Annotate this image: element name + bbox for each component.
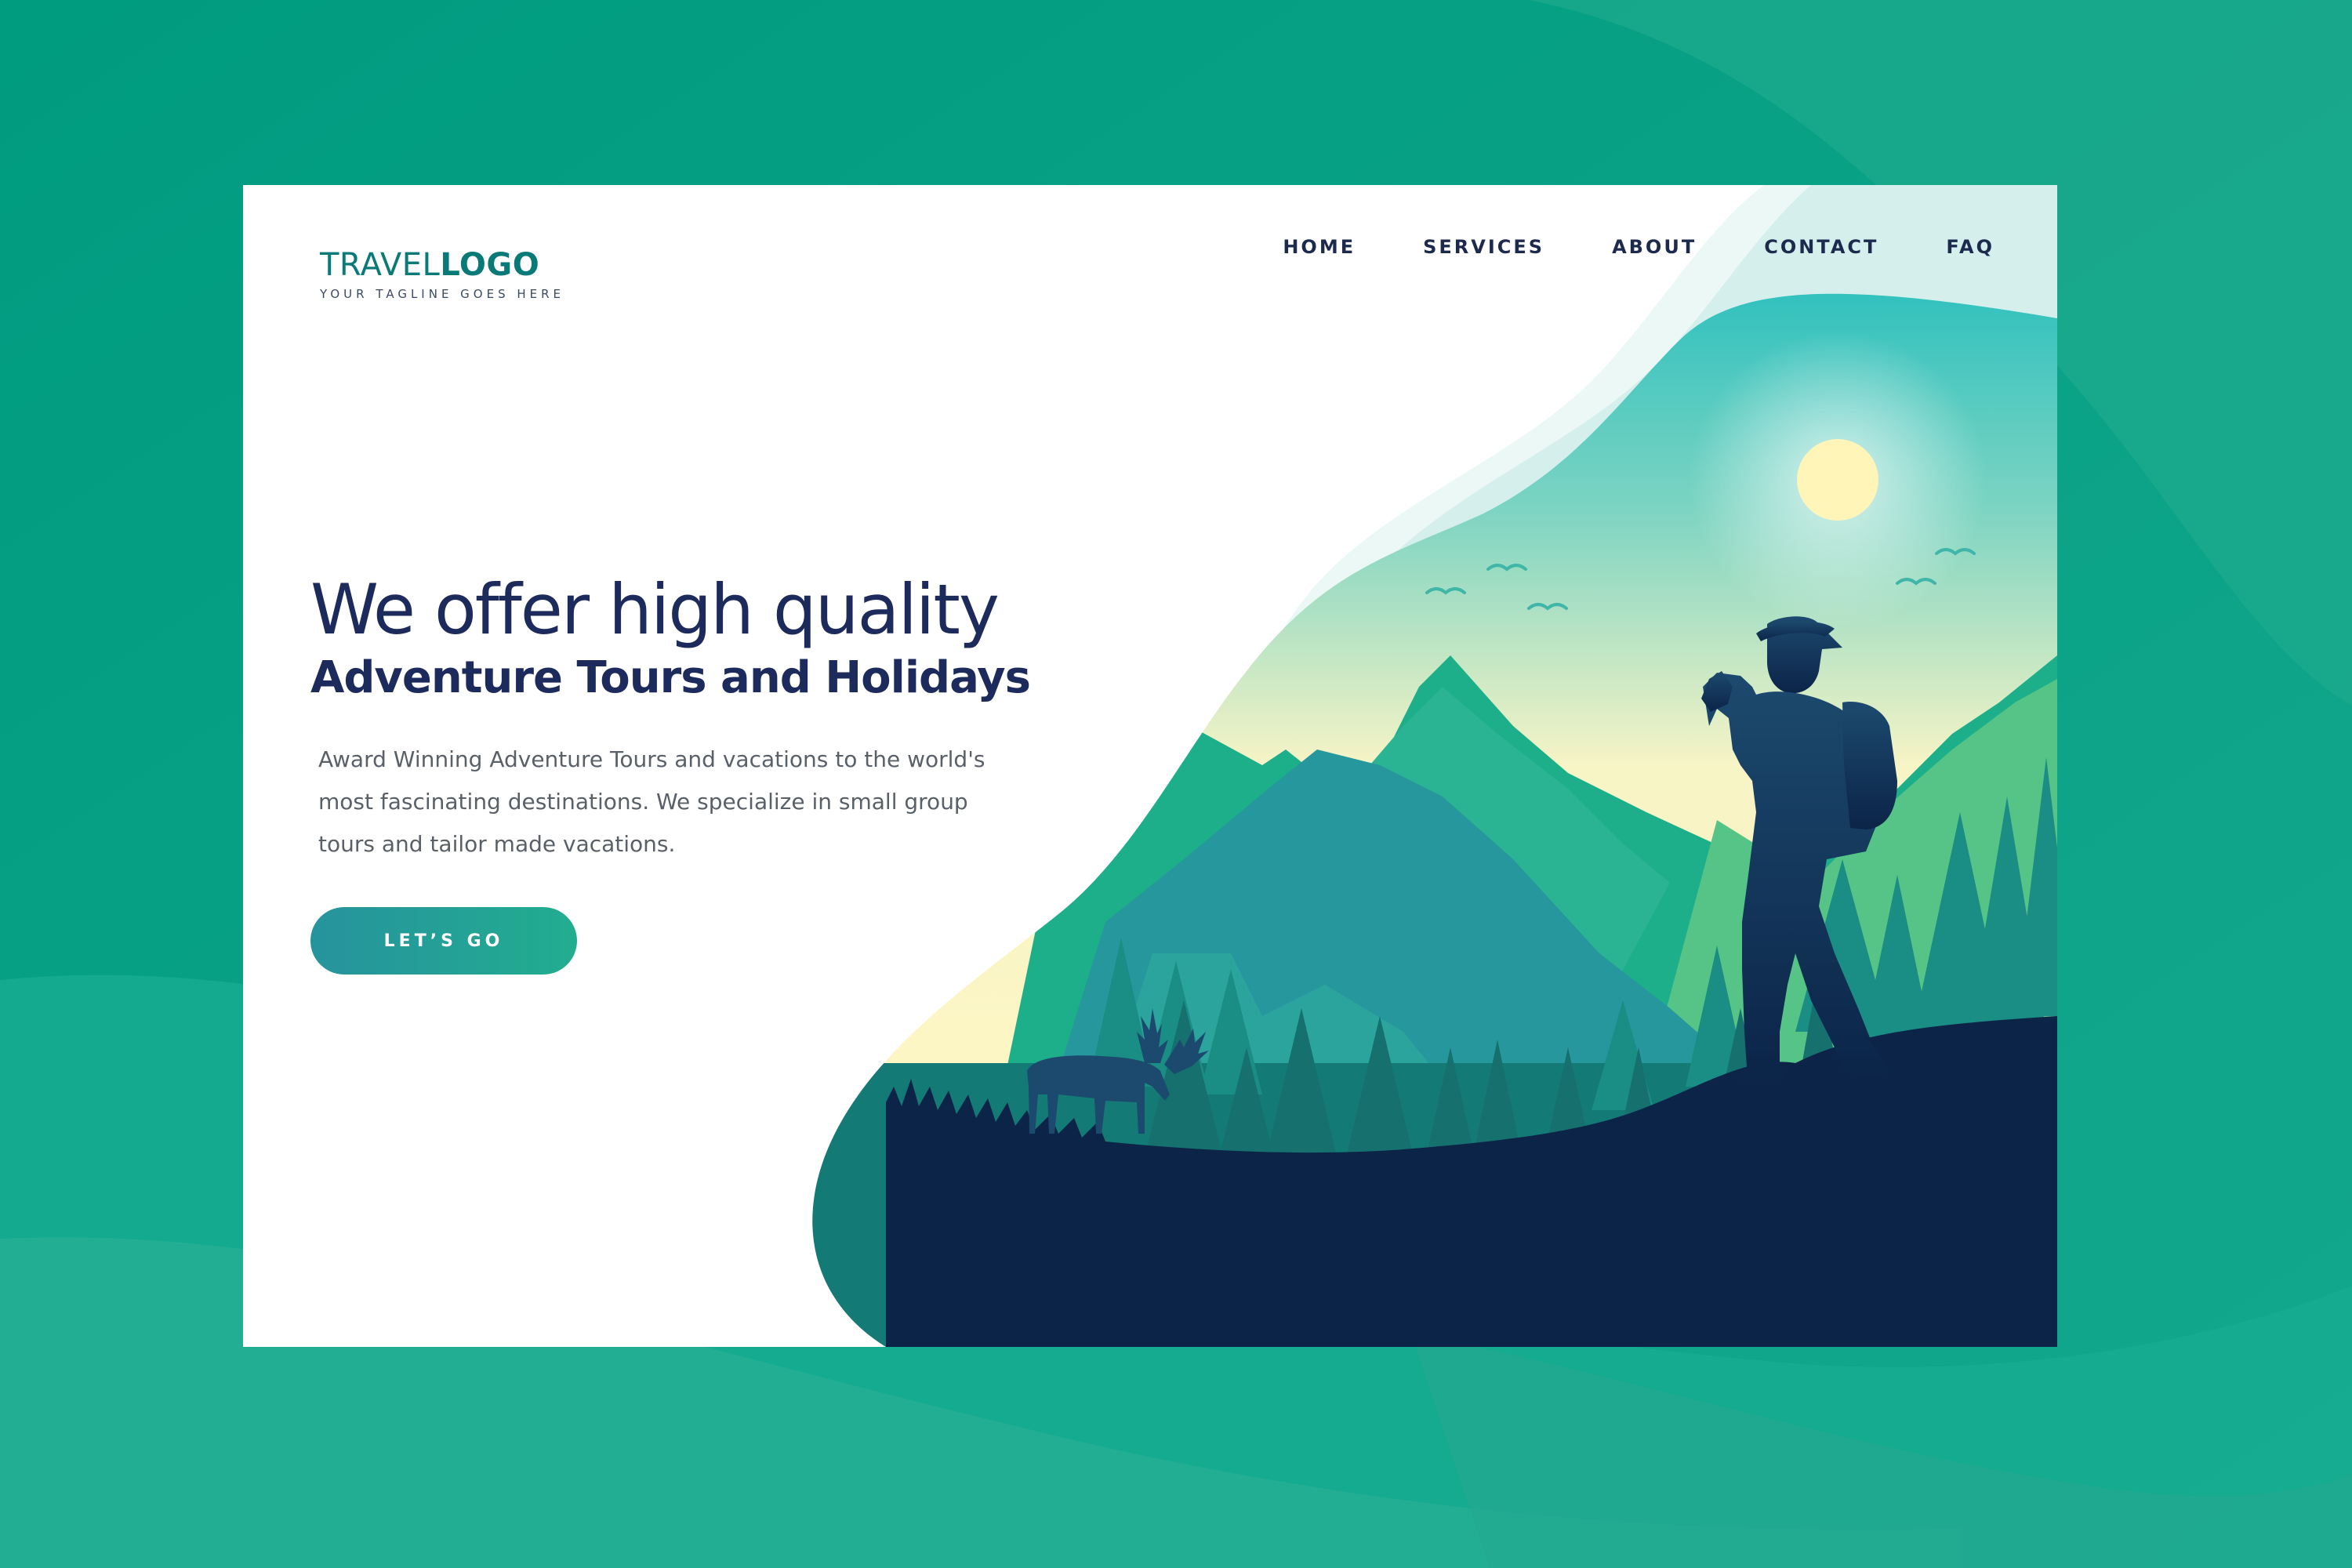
logo-tagline: YOUR TAGLINE GOES HERE [320, 287, 565, 301]
hero-description: Award Winning Adventure Tours and vacati… [318, 746, 985, 857]
nav-contact[interactable]: CONTACT [1764, 235, 1878, 259]
logo-word-bold: LOGO [440, 247, 540, 283]
hero-headline-bold: Adventure Tours and Holidays [310, 652, 1031, 703]
brand-logo[interactable]: TRAVELLOGO YOUR TAGLINE GOES HERE [320, 246, 564, 301]
nav-about[interactable]: ABOUT [1612, 235, 1697, 259]
main-navigation: HOME SERVICES ABOUT CONTACT FAQ [1283, 235, 1994, 259]
nav-faq[interactable]: FAQ [1946, 235, 1994, 259]
lets-go-button[interactable]: LET’S GO [310, 907, 577, 975]
hero-headline-light: We offer high quality [310, 569, 1000, 650]
logo-word-light: TRAVEL [320, 247, 441, 283]
nav-home[interactable]: HOME [1283, 235, 1356, 259]
logo-wordmark: TRAVELLOGO [320, 246, 564, 284]
nav-services[interactable]: SERVICES [1423, 235, 1544, 259]
landing-page-card: TRAVELLOGO YOUR TAGLINE GOES HERE HOME S… [243, 185, 2057, 1347]
hero-heading: We offer high quality Adventure Tours an… [310, 569, 1330, 706]
